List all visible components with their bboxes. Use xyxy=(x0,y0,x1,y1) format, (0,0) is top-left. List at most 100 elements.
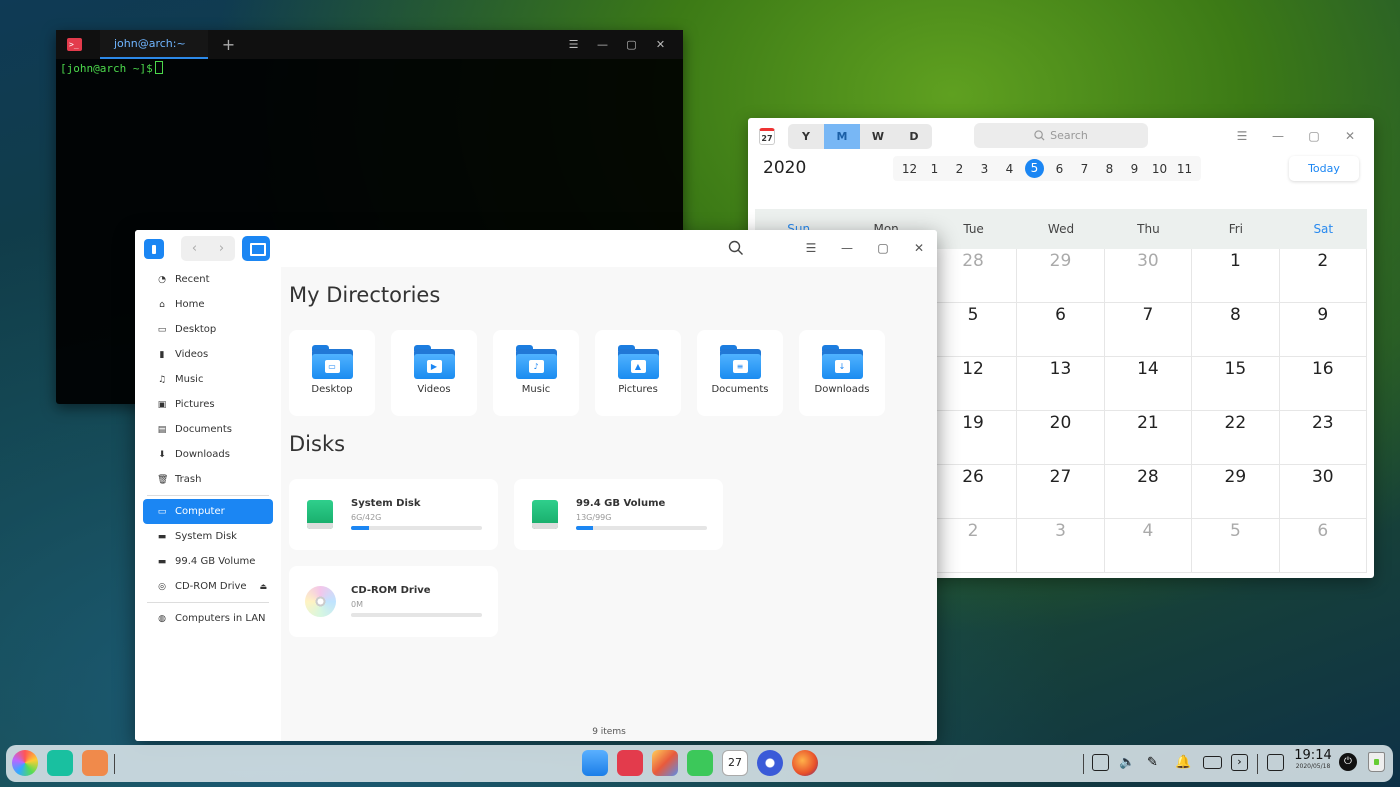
month-3[interactable]: 3 xyxy=(972,162,997,176)
day-cell[interactable]: 5 xyxy=(929,303,1018,357)
maximize-icon[interactable]: ▢ xyxy=(1296,118,1332,154)
day-cell[interactable]: 6 xyxy=(1017,303,1105,357)
pen-icon[interactable]: ✎ xyxy=(1147,754,1164,771)
month-6[interactable]: 6 xyxy=(1047,162,1072,176)
day-cell[interactable]: 13 xyxy=(1017,357,1105,411)
day-cell[interactable]: 3 xyxy=(1017,519,1105,573)
close-icon[interactable]: ✕ xyxy=(646,30,675,59)
directory-card-videos[interactable]: ▶ Videos xyxy=(391,330,477,416)
view-day-button[interactable]: D xyxy=(896,124,932,149)
screen-icon[interactable] xyxy=(1092,754,1109,771)
day-cell[interactable]: 29 xyxy=(1192,465,1280,519)
month-12[interactable]: 12 xyxy=(897,162,922,176)
terminal-icon[interactable] xyxy=(617,750,643,776)
day-cell[interactable]: 27 xyxy=(1017,465,1105,519)
day-cell[interactable]: 2 xyxy=(1279,249,1367,303)
day-cell[interactable]: 1 xyxy=(1192,249,1280,303)
trash-icon[interactable] xyxy=(1368,752,1385,772)
sidebar-item-music[interactable]: ♫ Music xyxy=(143,367,273,392)
calendar-titlebar[interactable]: 27 Y M W D Search ☰ — ▢ ✕ xyxy=(748,118,1374,154)
launcher-icon[interactable] xyxy=(12,750,38,776)
calendar-icon[interactable]: 27 xyxy=(722,750,748,776)
forward-button[interactable]: › xyxy=(208,236,235,261)
day-cell[interactable]: 30 xyxy=(1104,249,1193,303)
clock[interactable]: 19:14 2020/05/18 xyxy=(1293,749,1333,771)
directory-card-downloads[interactable]: ↓ Downloads xyxy=(799,330,885,416)
directory-card-desktop[interactable]: ▭ Desktop xyxy=(289,330,375,416)
view-year-button[interactable]: Y xyxy=(788,124,824,149)
calendar-search-input[interactable]: Search xyxy=(974,123,1148,148)
month-9[interactable]: 9 xyxy=(1122,162,1147,176)
menu-icon[interactable]: ☰ xyxy=(559,30,588,59)
terminal-output[interactable]: [john@arch ~]$ xyxy=(56,59,683,77)
day-cell[interactable]: 20 xyxy=(1017,411,1105,465)
sidebar-item-trash[interactable]: 🗑 Trash xyxy=(143,467,273,492)
sidebar-item-videos[interactable]: ▮ Videos xyxy=(143,342,273,367)
sidebar-item-documents[interactable]: ▤ Documents xyxy=(143,417,273,442)
sidebar-item-recent[interactable]: ◔ Recent xyxy=(143,267,273,292)
view-month-button[interactable]: M xyxy=(824,123,860,149)
month-4[interactable]: 4 xyxy=(997,162,1022,176)
maximize-icon[interactable]: ▢ xyxy=(865,230,901,267)
day-cell[interactable]: 30 xyxy=(1279,465,1367,519)
desktop-icon[interactable] xyxy=(82,750,108,776)
day-cell[interactable]: 6 xyxy=(1279,519,1367,573)
sidebar-item-home[interactable]: ⌂ Home xyxy=(143,292,273,317)
view-week-button[interactable]: W xyxy=(860,124,896,149)
directory-card-documents[interactable]: ≡ Documents xyxy=(697,330,783,416)
day-cell[interactable]: 15 xyxy=(1192,357,1280,411)
sidebar-item-computers-in-lan[interactable]: ◍ Computers in LAN xyxy=(143,606,273,631)
chevron-right-icon[interactable]: › xyxy=(1231,754,1248,771)
notification-icon[interactable]: 🔔 xyxy=(1175,754,1192,771)
month-10[interactable]: 10 xyxy=(1147,162,1172,176)
terminal-titlebar[interactable]: >_ john@arch:~ + ☰ — ▢ ✕ xyxy=(56,30,683,59)
close-icon[interactable]: ✕ xyxy=(901,230,937,267)
day-cell[interactable]: 8 xyxy=(1192,303,1280,357)
image-viewer-icon[interactable] xyxy=(652,750,678,776)
plus-icon[interactable]: + xyxy=(222,36,235,53)
day-cell[interactable]: 7 xyxy=(1104,303,1193,357)
day-cell[interactable]: 21 xyxy=(1104,411,1193,465)
settings-icon[interactable] xyxy=(757,750,783,776)
back-button[interactable]: ‹ xyxy=(181,236,208,261)
month-selector[interactable]: 12 1 2 3 4 5 6 7 8 9 10 11 xyxy=(893,156,1201,181)
view-switcher[interactable]: Y M W D xyxy=(788,123,932,149)
day-cell[interactable]: 23 xyxy=(1279,411,1367,465)
keyboard-icon[interactable] xyxy=(1267,754,1284,771)
month-7[interactable]: 7 xyxy=(1072,162,1097,176)
minimize-icon[interactable]: — xyxy=(588,30,617,59)
sidebar-item-system-disk[interactable]: ▬ System Disk xyxy=(143,524,273,549)
month-8[interactable]: 8 xyxy=(1097,162,1122,176)
minimize-icon[interactable]: — xyxy=(829,230,865,267)
disk-card-system-disk[interactable]: System Disk 6G/42G xyxy=(289,479,498,550)
power-icon[interactable]: ⏻ xyxy=(1339,753,1357,771)
day-cell[interactable]: 5 xyxy=(1192,519,1280,573)
eject-icon[interactable]: ⏏ xyxy=(259,582,267,591)
directory-card-music[interactable]: ♪ Music xyxy=(493,330,579,416)
file-manager-titlebar[interactable]: ‹ › ☰ — ▢ ✕ xyxy=(135,230,937,267)
close-icon[interactable]: ✕ xyxy=(1332,118,1368,154)
music-icon[interactable] xyxy=(687,750,713,776)
sidebar-item-cd-rom-drive[interactable]: ◎ CD-ROM Drive ⏏ xyxy=(143,574,273,599)
disk-card-99-4-gb-volume[interactable]: 99.4 GB Volume 13G/99G xyxy=(514,479,723,550)
day-cell[interactable]: 26 xyxy=(929,465,1018,519)
volume-icon[interactable]: 🔈 xyxy=(1119,754,1136,771)
day-cell[interactable]: 28 xyxy=(929,249,1018,303)
day-cell[interactable]: 16 xyxy=(1279,357,1367,411)
battery-icon[interactable] xyxy=(1203,756,1222,769)
day-cell[interactable]: 14 xyxy=(1104,357,1193,411)
firefox-icon[interactable] xyxy=(792,750,818,776)
day-cell[interactable]: 4 xyxy=(1104,519,1193,573)
day-cell[interactable]: 29 xyxy=(1017,249,1105,303)
sidebar-item-pictures[interactable]: ▣ Pictures xyxy=(143,392,273,417)
disk-card-cd-rom-drive[interactable]: CD-ROM Drive 0M xyxy=(289,566,498,637)
terminal-tab[interactable]: john@arch:~ xyxy=(100,30,208,59)
day-cell[interactable]: 12 xyxy=(929,357,1018,411)
sidebar-item-desktop[interactable]: ▭ Desktop xyxy=(143,317,273,342)
sidebar-item-99-4-gb-volume[interactable]: ▬ 99.4 GB Volume xyxy=(143,549,273,574)
sidebar-item-computer[interactable]: ▭ Computer xyxy=(143,499,273,524)
maximize-icon[interactable]: ▢ xyxy=(617,30,646,59)
menu-icon[interactable]: ☰ xyxy=(793,230,829,267)
multitask-view-icon[interactable] xyxy=(47,750,73,776)
directory-card-pictures[interactable]: ▲ Pictures xyxy=(595,330,681,416)
